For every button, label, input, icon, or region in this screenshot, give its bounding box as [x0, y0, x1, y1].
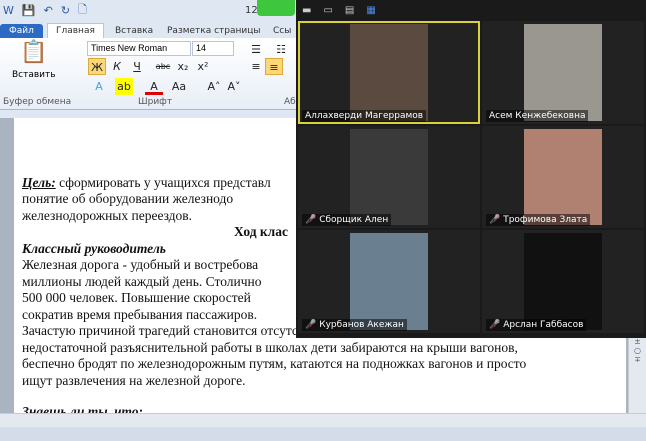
participant-video [350, 233, 428, 330]
doc-line: недостаточной разъяснительной работы в ш… [22, 339, 518, 355]
participant-name-text: Арслан Габбасов [503, 320, 584, 330]
participant-tile[interactable]: 🎤̸ Арслан Габбасов [482, 230, 644, 333]
group-font-label: Шрифт [138, 97, 173, 107]
participant-tile[interactable]: 🎤̸ Курбанов Акежан [298, 230, 480, 333]
shrink-font-button[interactable]: A˅ [225, 78, 243, 95]
muted-mic-icon: 🎤̸ [489, 215, 501, 225]
minimize-icon[interactable]: ▬ [302, 5, 311, 16]
participant-name: 🎤̸ Арслан Габбасов [486, 319, 587, 331]
tab-references[interactable]: Ссы [270, 24, 294, 38]
participant-name: 🎤̸ Трофимова Злата [486, 214, 591, 226]
zoom-meeting-window: ▬ ▭ ▤ ▦ Аллахверди Магеррамов Асем Кенжеб… [296, 0, 646, 338]
participant-grid: Аллахверди Магеррамов Асем Кенжебековна 🎤̸… [298, 21, 644, 333]
font-color-icon[interactable]: A [145, 78, 163, 95]
participant-video [524, 24, 602, 121]
participant-name-text: Курбанов Акежан [319, 320, 404, 330]
superscript-button[interactable]: x² [194, 58, 212, 75]
title-text: 12 [245, 4, 258, 16]
grow-font-button[interactable]: A˄ [205, 78, 223, 95]
numbering-icon[interactable]: ☷ [272, 41, 290, 58]
participant-name: Аллахверди Магеррамов [302, 110, 427, 122]
subscript-button[interactable]: x₂ [174, 58, 192, 75]
participant-name: 🎤̸ Сборщик Ален [302, 214, 392, 226]
word-logo-icon: W [3, 3, 14, 17]
text-effects-icon[interactable]: A [90, 78, 108, 95]
participant-video [350, 24, 428, 121]
muted-mic-icon: 🎤̸ [489, 320, 501, 330]
underline-button[interactable]: Ч [128, 58, 146, 75]
paste-icon[interactable]: 📋 [20, 40, 47, 65]
font-size-select[interactable]: 14 [192, 41, 234, 56]
doc-line: ищут развлечения на железной дороге. [22, 372, 246, 388]
horizontal-scrollbar[interactable] [0, 413, 646, 427]
save-icon[interactable]: 💾 [22, 4, 36, 17]
strike-button[interactable]: abc [154, 58, 172, 75]
speaker-view-icon[interactable]: ▭ [323, 5, 332, 16]
bold-button[interactable]: Ж [88, 58, 106, 75]
gallery-view-icon[interactable]: ▦ [366, 5, 375, 16]
align-left-icon[interactable]: ≡ [247, 58, 265, 75]
participant-name: Асем Кенжебековна [486, 110, 589, 122]
zoom-share-indicator[interactable] [257, 0, 295, 16]
italic-button[interactable]: К [108, 58, 126, 75]
new-doc-icon[interactable]: 🗋 [78, 1, 87, 20]
tab-home[interactable]: Главная [47, 23, 104, 38]
doc-line: беспечно бродят по железнодорожным путям… [22, 356, 527, 371]
participant-tile[interactable]: 🎤̸ Сборщик Ален [298, 126, 480, 228]
participant-video [524, 129, 602, 225]
zoom-toolbar: ▬ ▭ ▤ ▦ [296, 0, 646, 20]
redo-icon[interactable]: ↻ [61, 4, 70, 17]
status-bar [0, 427, 646, 441]
tab-page-layout[interactable]: Разметка страницы [164, 24, 264, 38]
participant-name-text: Асем Кенжебековна [489, 111, 586, 121]
group-paragraph-label: Аб [284, 97, 296, 107]
participant-name-text: Трофимова Злата [503, 215, 588, 225]
change-case-button[interactable]: Aa [170, 78, 188, 95]
highlight-icon[interactable]: ab [115, 78, 133, 95]
align-center-icon[interactable]: ≡ [265, 58, 283, 75]
participant-video [524, 233, 602, 330]
bullets-icon[interactable]: ☰ [247, 41, 265, 58]
participant-tile[interactable]: Асем Кенжебековна [482, 21, 644, 124]
participant-name: 🎤̸ Курбанов Акежан [302, 319, 407, 331]
participant-name-text: Сборщик Ален [319, 215, 389, 225]
undo-icon[interactable]: ↶ [44, 4, 53, 17]
participant-name-text: Аллахверди Магеррамов [305, 111, 424, 121]
muted-mic-icon: 🎤̸ [305, 215, 317, 225]
goal-label: Цель: [22, 174, 56, 190]
group-clipboard-label: Буфер обмена [3, 97, 72, 107]
participant-video [350, 129, 428, 225]
participant-tile[interactable]: 🎤̸ Трофимова Злата [482, 126, 644, 228]
muted-mic-icon: 🎤̸ [305, 320, 317, 330]
goal-text: сформировать у учащихся представл [55, 174, 271, 190]
strip-view-icon[interactable]: ▤ [345, 5, 354, 16]
tab-insert[interactable]: Вставка [112, 24, 156, 38]
paste-button[interactable]: Вставить [12, 70, 56, 80]
tab-file[interactable]: Файл [0, 24, 43, 38]
font-name-select[interactable]: Times New Roman [87, 41, 191, 56]
participant-tile[interactable]: Аллахверди Магеррамов [298, 21, 480, 124]
